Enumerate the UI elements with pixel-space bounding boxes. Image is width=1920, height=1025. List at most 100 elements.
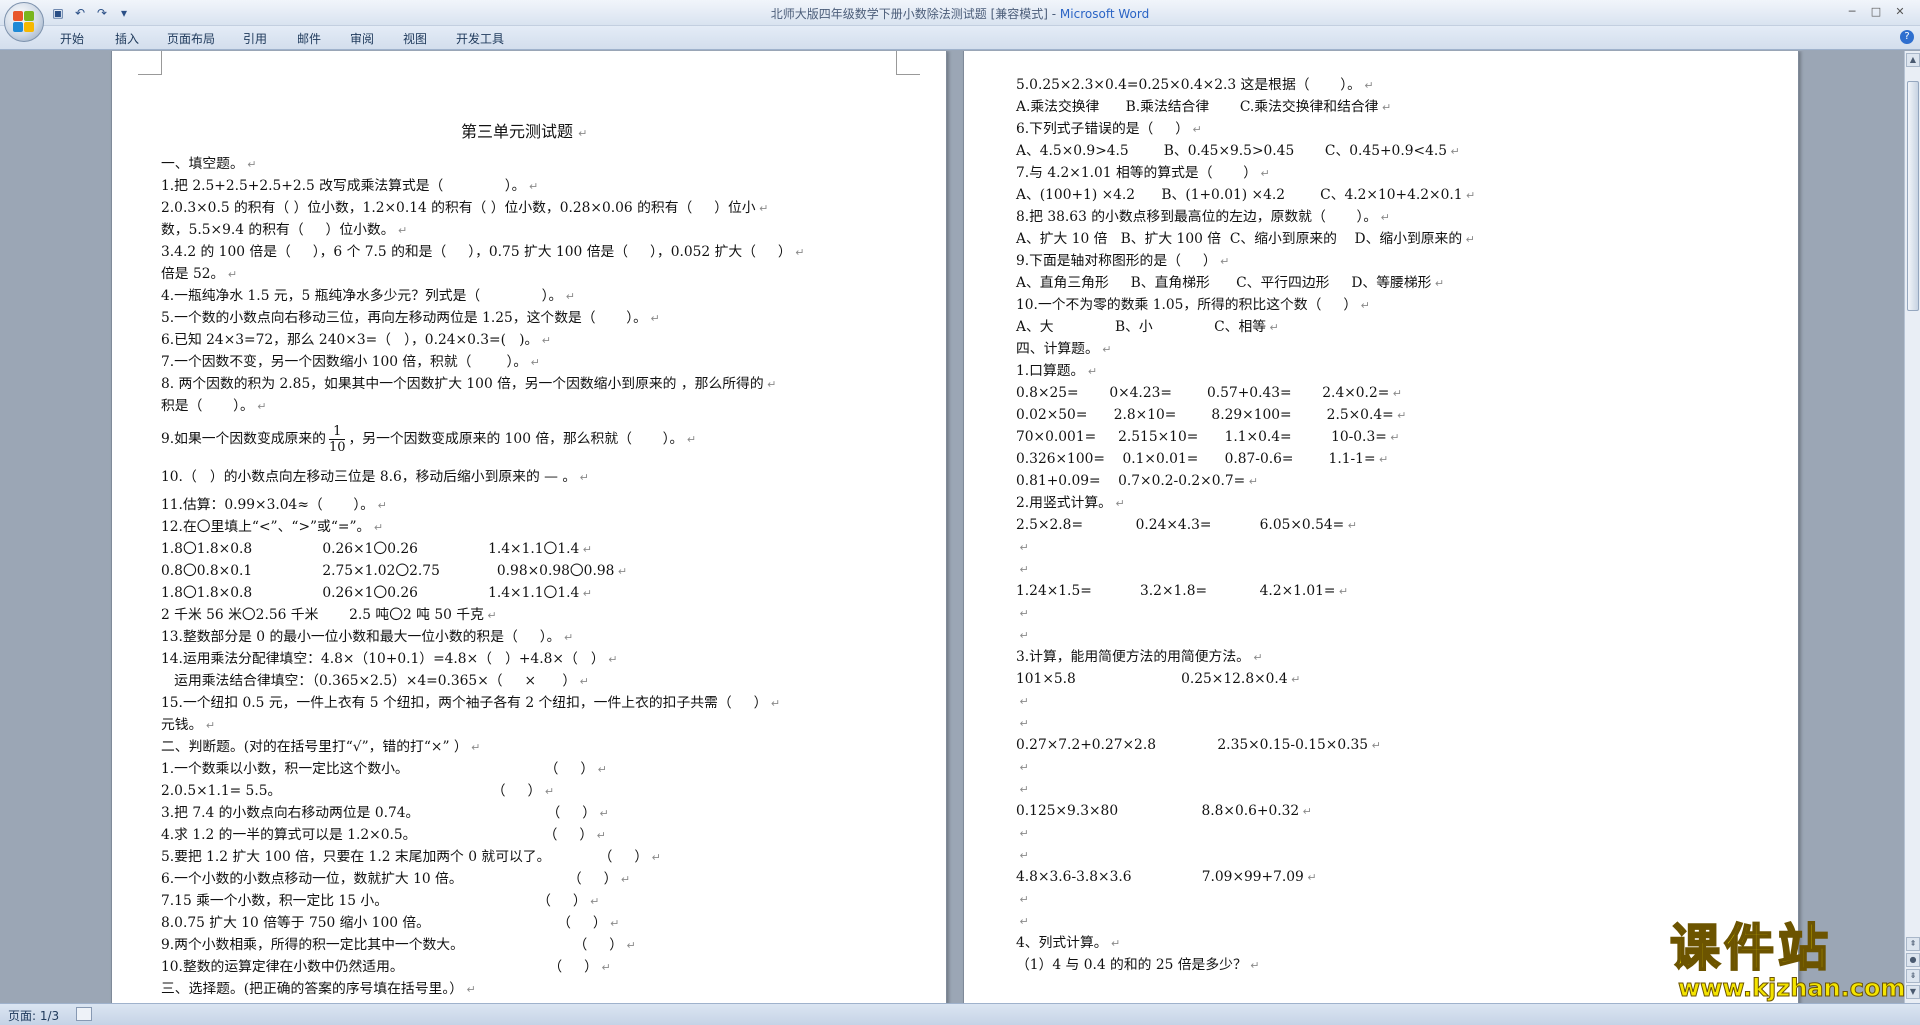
document-page-1[interactable]: 第三单元测试题 ↵ 一、填空题。 ↵ 1.把 2.5+2.5+2.5+2.5 改写… [111, 51, 947, 1003]
text-line: 0.02×50= 2.8×10= 8.29×100= 2.5×0.4= ↵ [1016, 404, 1756, 426]
paragraph-mark-icon: ↵ [1360, 79, 1374, 92]
paragraph-mark-icon: ↵ [576, 675, 589, 688]
office-button[interactable] [4, 2, 44, 42]
next-page-icon[interactable]: ⇟ [1906, 969, 1920, 983]
line-text: 5.要把 1.2 扩大 100 倍，只要在 1.2 末尾加两个 0 就可以了。 … [161, 849, 649, 865]
tab-home[interactable]: 开始 [60, 30, 84, 47]
text-line: ↵ [1016, 558, 1756, 580]
line-text: 8.0.75 扩大 10 倍等于 750 缩小 100 倍。 （ ） [161, 915, 607, 931]
text-line: 数，5.5×9.4 的积有（ ）位小数。 ↵ [161, 219, 901, 241]
line-text: 1.把 2.5+2.5+2.5+2.5 改写成乘法算式是（ ）。 [161, 178, 526, 194]
page-number-status[interactable]: 页面: 1/3 [8, 1007, 59, 1024]
text-line: 1.口算题。 ↵ [1016, 360, 1756, 382]
paragraph-mark-icon: ↵ [483, 609, 497, 622]
text-line: 运用乘法结合律填空：（0.365×2.5）×4=0.365×（ × ） ↵ [161, 670, 901, 692]
document-page-2[interactable]: 5.0.25×2.3×0.4=0.25×0.4×2.3 这是根据（ ）。 ↵ A.… [963, 51, 1799, 1003]
text-line: 0.326×100= 0.1×0.01= 0.87-0.6= 1.1-1= ↵ [1016, 448, 1756, 470]
watermark-text: 课件站 [1669, 919, 1832, 977]
page1-text: 第三单元测试题 ↵ 一、填空题。 ↵ 1.把 2.5+2.5+2.5+2.5 改写… [161, 117, 901, 1003]
text-line: 13.整数部分是 0 的最小一位小数和最大一位小数的积是（ ）。 ↵ [161, 626, 901, 648]
text-line: ↵ [1016, 690, 1756, 712]
text-line: 2 千米 56 米〇2.56 千米 2.5 吨〇2 吨 50 千克 ↵ [161, 604, 901, 626]
paragraph-mark-icon: ↵ [1303, 871, 1317, 884]
paragraph-mark-icon: ↵ [1257, 167, 1270, 180]
text-line: 0.81+0.09= 0.7×0.2-0.2×0.7= ↵ [1016, 470, 1756, 492]
redo-icon[interactable]: ↷ [94, 5, 110, 21]
paragraph-mark-icon: ↵ [791, 246, 805, 259]
minimize-button[interactable]: ─ [1840, 3, 1864, 21]
paragraph-mark-icon: ↵ [596, 807, 609, 820]
paragraph-mark-icon: ↵ [1462, 189, 1476, 202]
undo-icon[interactable]: ↶ [72, 5, 88, 21]
text-line: 5.0.25×2.3×0.4=0.25×0.4×2.3 这是根据（ ）。 ↵ [1016, 74, 1756, 96]
paragraph-mark-icon: ↵ [1389, 387, 1403, 400]
browse-object-icon[interactable]: ● [1906, 953, 1920, 967]
line-text: 6.下列式子错误的是（ ） [1016, 121, 1190, 137]
tab-developer[interactable]: 开发工具 [456, 30, 504, 47]
paragraph-mark-icon: ↵ [1393, 409, 1407, 422]
line-text: A.乘法交换律 B.乘法结合律 C.乘法交换律和结合律 [1016, 99, 1379, 115]
line-text: 13.整数部分是 0 的最小一位小数和最大一位小数的积是（ ）。 [161, 629, 561, 645]
line-text: 4.8×3.6-3.8×3.6 7.09×99+7.09 [1016, 869, 1304, 885]
line-text: 6.一个小数的小数点移动一位，数就扩大 10 倍。 （ ） [161, 871, 618, 887]
text-line: 4.求 1.2 的一半的算式可以是 1.2×0.5。 （ ） ↵ [161, 824, 901, 846]
tab-page-layout[interactable]: 页面布局 [167, 30, 215, 47]
vertical-scrollbar[interactable]: ▲ ⇞ ● ⇟ ▼ [1904, 51, 1920, 1003]
proofing-icon[interactable] [76, 1007, 92, 1021]
save-icon[interactable]: ▣ [50, 5, 66, 21]
maximize-button[interactable]: □ [1864, 3, 1888, 21]
paragraph-mark-icon: ↵ [606, 917, 620, 930]
line-text: 101×5.8 0.25×12.8×0.4 [1016, 671, 1288, 687]
line-text: 三、选择题。(把正确的答案的序号填在括号里。） [161, 981, 464, 997]
paragraph-mark-icon: ↵ [1447, 145, 1460, 158]
page2-lines: 5.0.25×2.3×0.4=0.25×0.4×2.3 这是根据（ ）。 ↵ A.… [1016, 74, 1756, 976]
line-text: 1.口算题。 [1016, 363, 1085, 379]
line-text: 1.一个数乘以小数，积一定比这个数小。 （ ） [161, 761, 595, 777]
tab-view[interactable]: 视图 [403, 30, 427, 47]
line-text: 6.已知 24×3=72，那么 240×3=（ ），0.24×0.3=( )。 [161, 332, 539, 348]
paragraph-mark-icon: ↵ [1016, 761, 1029, 774]
text-line: 8. 两个因数的积为 2.85，如果其中一个因数扩大 100 倍，另一个因数缩小… [161, 373, 901, 395]
paragraph-mark-icon: ↵ [463, 983, 476, 996]
paragraph-mark-icon: ↵ [1377, 211, 1390, 224]
paragraph-mark-icon: ↵ [527, 356, 540, 369]
line-text: A、(100+1) ×4.2 B、(1+0.01) ×4.2 C、4.2×10+… [1016, 187, 1463, 203]
tab-mailings[interactable]: 邮件 [297, 30, 321, 47]
text-line: 8.0.75 扩大 10 倍等于 750 缩小 100 倍。 （ ） ↵ [161, 912, 901, 934]
prev-page-icon[interactable]: ⇞ [1906, 937, 1920, 951]
paragraph-mark-icon: ↵ [562, 290, 575, 303]
text-line: 70×0.001= 2.515×10= 1.1×0.4= 10-0.3= ↵ [1016, 426, 1756, 448]
help-icon[interactable]: ? [1900, 30, 1914, 44]
line-text: 1.8〇1.8×0.8 0.26×1〇0.26 1.4×1.1〇1.4 [161, 541, 580, 557]
text-line: 4、列式计算。 ↵ [1016, 932, 1756, 954]
paragraph-mark-icon: ↵ [604, 653, 618, 666]
paragraph-mark-icon: ↵ [579, 587, 592, 600]
scrollbar-thumb[interactable] [1907, 81, 1919, 311]
text-line: 3.把 7.4 的小数点向右移动两位是 0.74。 （ ） ↵ [161, 802, 901, 824]
scroll-up-icon[interactable]: ▲ [1906, 53, 1920, 67]
tab-references[interactable]: 引用 [243, 30, 267, 47]
scroll-down-icon[interactable]: ▼ [1906, 985, 1920, 999]
line-text: 2 千米 56 米〇2.56 千米 2.5 吨〇2 吨 50 千克 [161, 607, 484, 623]
text-line: 14.运用乘法分配律填空：4.8×（10+0.1）=4.8×（ ）+4.8×（ … [161, 648, 901, 670]
customize-qat-icon[interactable]: ▾ [116, 5, 132, 21]
paragraph-mark-icon: ↵ [648, 851, 661, 864]
text-line: ↵ [1016, 624, 1756, 646]
text-line: ↵ [1016, 888, 1756, 910]
paragraph-mark-icon: ↵ [1245, 475, 1258, 488]
tab-review[interactable]: 审阅 [350, 30, 374, 47]
tab-insert[interactable]: 插入 [115, 30, 139, 47]
line-text: 1.8〇1.8×0.8 0.26×1〇0.26 1.4×1.1〇1.4 [161, 585, 580, 601]
paragraph-mark-icon: ↵ [1016, 827, 1029, 840]
paragraph-mark-icon: ↵ [1287, 673, 1301, 686]
paragraph-mark-icon: ↵ [646, 312, 660, 325]
text-line: ↵ [1016, 536, 1756, 558]
text-line: 四、计算题。 ↵ [1016, 338, 1756, 360]
text-line: 1.8〇1.8×0.8 0.26×1〇0.26 1.4×1.1〇1.4 ↵ [161, 582, 901, 604]
text-line: 12.在〇里填上“<”、“>”或“=”。 ↵ [161, 516, 901, 538]
line-text: 0.326×100= 0.1×0.01= 0.87-0.6= 1.1-1= [1016, 451, 1376, 467]
paragraph-mark-icon: ↵ [538, 334, 552, 347]
office-logo-icon [13, 11, 35, 33]
line-text: 14.运用乘法分配律填空：4.8×（10+0.1）=4.8×（ ）+4.8×（ … [161, 651, 605, 667]
close-button[interactable]: ✕ [1888, 3, 1912, 21]
